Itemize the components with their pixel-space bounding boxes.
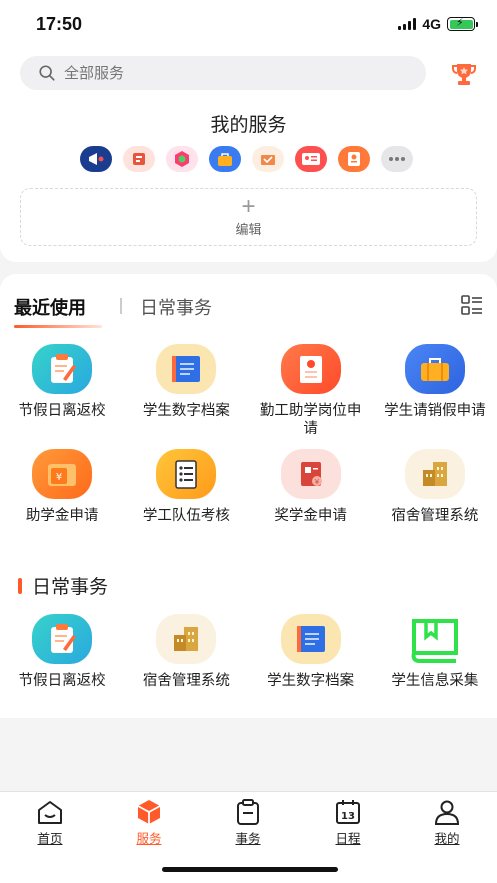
service-label: 学生信息采集 [391, 673, 479, 689]
tab-divider [120, 298, 122, 314]
tab-recent[interactable]: 最近使用 [14, 294, 86, 320]
calendar-icon: 13 [336, 800, 360, 824]
nav-label: 事务 [235, 832, 261, 846]
network-type: 4G [422, 16, 441, 32]
layout-toggle-icon[interactable] [461, 295, 483, 315]
user-icon [434, 800, 460, 825]
edit-label: 编辑 [235, 222, 262, 237]
service-item[interactable]: 宿舍管理系统 [124, 614, 248, 719]
service-item[interactable]: 学工队伍考核 [124, 449, 248, 554]
clipboard-list-icon [237, 799, 259, 825]
service-item[interactable]: 节假日离返校 [0, 614, 124, 719]
plus-icon: + [241, 193, 256, 220]
more-icon[interactable] [381, 146, 413, 172]
service-item[interactable]: 学生数字档案 [249, 614, 373, 719]
service-label: 助学金申请 [25, 508, 99, 524]
clipboard-icon [32, 344, 93, 394]
id-card-icon[interactable] [295, 146, 327, 172]
my-services-card: 我的服务 + 编辑 [0, 48, 497, 262]
home-indicator[interactable] [162, 867, 338, 872]
job-certificate-icon [280, 344, 341, 394]
service-item[interactable]: 学生请销假申请 [373, 344, 497, 449]
nav-me[interactable]: 我的 [417, 798, 477, 847]
checklist-icon [156, 449, 217, 499]
nav-label: 服务 [136, 832, 162, 846]
service-item[interactable]: 节假日离返校 [0, 344, 124, 449]
service-item[interactable]: 学生数字档案 [124, 344, 248, 449]
service-item[interactable]: ¥ 助学金申请 [0, 449, 124, 554]
services-card: 最近使用 日常事务 节假日离返校 学生数字档案 勤工助学岗位申请 学生请销假申请… [0, 274, 497, 718]
cube-icon [137, 800, 161, 824]
status-bar: 17:50 4G ⚡ [0, 0, 497, 48]
card-icon[interactable] [123, 146, 155, 172]
service-label: 学生数字档案 [142, 403, 230, 419]
battery-icon: ⚡ [447, 17, 478, 31]
search-input[interactable] [64, 64, 384, 82]
section-marker [18, 577, 22, 594]
svg-text:¥: ¥ [314, 478, 319, 486]
search-icon [39, 65, 55, 81]
svg-text:¥: ¥ [56, 472, 62, 483]
nav-affairs[interactable]: 事务 [218, 798, 278, 847]
daily-section-title: 日常事务 [32, 577, 109, 598]
clipboard-icon [32, 614, 93, 664]
bag-icon[interactable] [209, 146, 241, 172]
daily-services-grid: 节假日离返校 宿舍管理系统 学生数字档案 学生信息采集 [0, 614, 497, 719]
my-services-icon-row [80, 146, 413, 172]
service-label: 节假日离返校 [18, 673, 106, 689]
megaphone-icon[interactable] [80, 146, 112, 172]
certificate-icon[interactable] [166, 146, 198, 172]
my-services-title: 我的服务 [210, 115, 287, 136]
service-label: 宿舍管理系统 [391, 508, 479, 524]
scholarship-icon: ¥ [280, 449, 341, 499]
folder-icon [280, 614, 341, 664]
nav-label: 首页 [37, 832, 63, 846]
service-label: 学工队伍考核 [142, 508, 230, 524]
nav-label: 我的 [434, 832, 460, 846]
status-time: 17:50 [36, 14, 83, 34]
award-icon[interactable] [338, 146, 370, 172]
service-label: 奖学金申请 [274, 508, 347, 524]
service-label: 学生请销假申请 [384, 403, 486, 419]
nav-label: 日程 [335, 832, 361, 846]
folder-icon [156, 344, 217, 394]
info-book-icon [405, 614, 465, 664]
search-bar[interactable] [20, 56, 426, 90]
grant-folder-icon: ¥ [32, 449, 93, 499]
nav-schedule[interactable]: 13 日程 [318, 798, 378, 847]
service-label: 勤工助学岗位申请 [259, 403, 362, 437]
trophy-icon[interactable] [450, 60, 478, 88]
service-item[interactable]: 宿舍管理系统 [373, 449, 497, 554]
nav-services[interactable]: 服务 [119, 798, 179, 847]
daily-section-header: 日常事务 [18, 572, 108, 599]
service-label: 宿舍管理系统 [142, 673, 230, 689]
tab-daily[interactable]: 日常事务 [140, 294, 212, 320]
signal-icon [398, 18, 417, 30]
service-label: 学生数字档案 [267, 673, 355, 689]
calendar-date: 13 [341, 811, 355, 822]
home-icon [38, 801, 62, 824]
service-item[interactable]: 学生信息采集 [373, 614, 497, 719]
status-indicators: 4G ⚡ [398, 16, 478, 32]
active-tab-indicator [14, 325, 102, 328]
service-item[interactable]: ¥ 奖学金申请 [249, 449, 373, 554]
building-icon [156, 614, 217, 664]
service-label: 节假日离返校 [18, 403, 106, 419]
edit-services-button[interactable]: + 编辑 [20, 188, 477, 246]
building-icon [404, 449, 465, 499]
briefcase-icon [404, 344, 465, 394]
nav-home[interactable]: 首页 [20, 798, 80, 847]
box-icon[interactable] [252, 146, 284, 172]
recent-services-grid: 节假日离返校 学生数字档案 勤工助学岗位申请 学生请销假申请 ¥ 助学金申请 学… [0, 344, 497, 554]
service-item[interactable]: 勤工助学岗位申请 [249, 344, 373, 449]
